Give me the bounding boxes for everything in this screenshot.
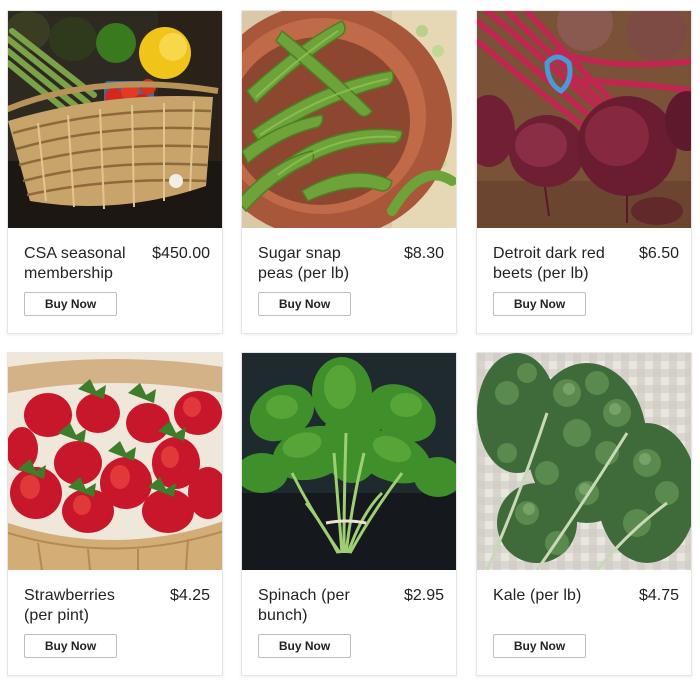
buy-now-button[interactable]: Buy Now	[24, 292, 117, 316]
product-photo-red-beets[interactable]	[477, 11, 691, 228]
product-name: Detroit dark red beets (per lb)	[493, 245, 605, 282]
product-card-sugar-snap-peas: Sugar snap peas (per lb) $8.30 Buy Now	[241, 10, 457, 334]
product-grid: CSA seasonal membership $450.00 Buy Now	[0, 0, 700, 687]
product-price: $4.75	[638, 587, 679, 604]
product-name: Spinach (per bunch)	[258, 587, 350, 624]
buy-now-button[interactable]: Buy Now	[493, 292, 586, 316]
product-card-kale: Kale (per lb) $4.75 Buy Now	[476, 352, 692, 676]
product-price: $6.50	[638, 245, 679, 262]
product-photo-sugar-snap-peas[interactable]	[242, 11, 456, 228]
buy-now-button[interactable]: Buy Now	[258, 292, 351, 316]
product-name: CSA seasonal membership	[24, 245, 126, 282]
product-info: Sugar snap peas (per lb) $8.30 Buy Now	[242, 228, 456, 333]
product-name: Strawberries (per pint)	[24, 587, 116, 624]
product-price: $2.95	[403, 587, 444, 604]
product-photo-basket-of-vegetables[interactable]	[8, 11, 222, 228]
product-photo-spinach[interactable]	[242, 353, 456, 570]
product-price: $450.00	[152, 245, 210, 262]
product-info: Kale (per lb) $4.75 Buy Now	[477, 570, 691, 675]
buy-now-button[interactable]: Buy Now	[258, 634, 351, 658]
product-info: Strawberries (per pint) $4.25 Buy Now	[8, 570, 222, 675]
product-name: Kale (per lb)	[493, 587, 582, 604]
buy-now-button[interactable]: Buy Now	[24, 634, 117, 658]
product-info: Spinach (per bunch) $2.95 Buy Now	[242, 570, 456, 675]
product-price: $8.30	[403, 245, 444, 262]
product-card-spinach: Spinach (per bunch) $2.95 Buy Now	[241, 352, 457, 676]
product-card-strawberries: Strawberries (per pint) $4.25 Buy Now	[7, 352, 223, 676]
buy-now-button[interactable]: Buy Now	[493, 634, 586, 658]
product-card-detroit-beets: Detroit dark red beets (per lb) $6.50 Bu…	[476, 10, 692, 334]
product-info: Detroit dark red beets (per lb) $6.50 Bu…	[477, 228, 691, 333]
product-photo-kale[interactable]	[477, 353, 691, 570]
product-info: CSA seasonal membership $450.00 Buy Now	[8, 228, 222, 333]
product-photo-strawberries[interactable]	[8, 353, 222, 570]
product-card-csa-membership: CSA seasonal membership $450.00 Buy Now	[7, 10, 223, 334]
product-name: Sugar snap peas (per lb)	[258, 245, 350, 282]
product-price: $4.25	[169, 587, 210, 604]
